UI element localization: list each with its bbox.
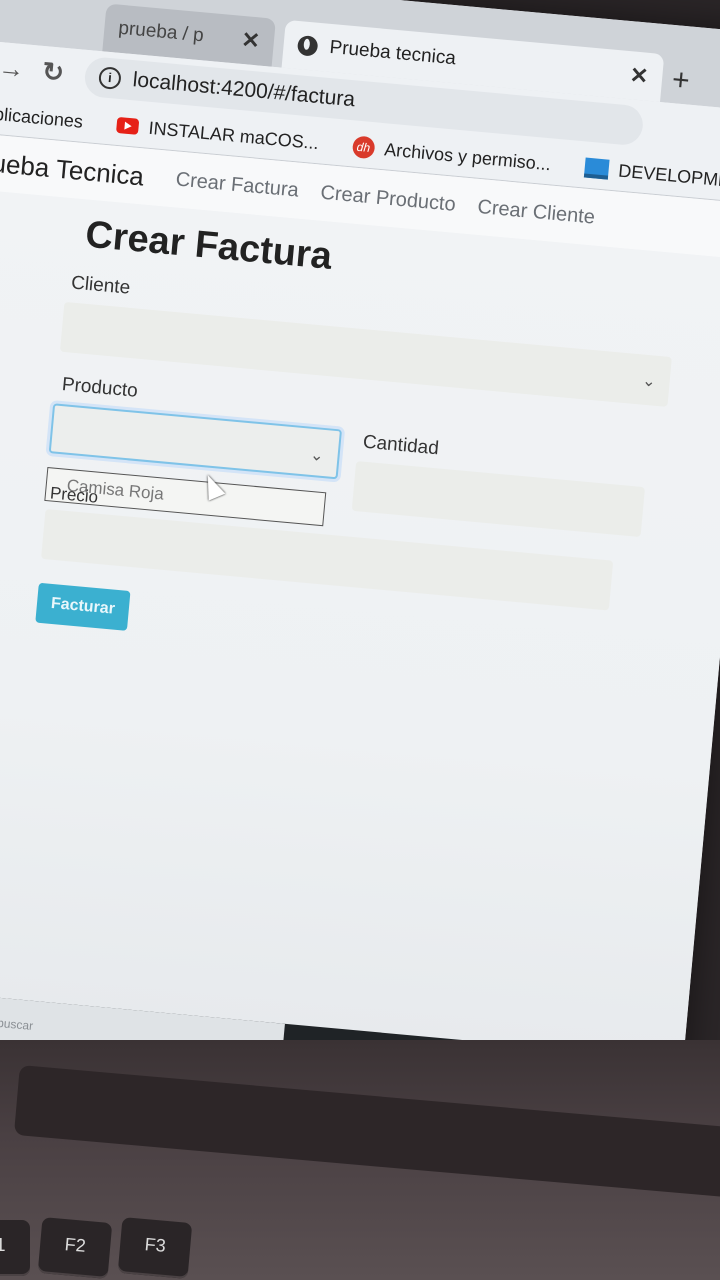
monitor-icon (583, 157, 610, 180)
cantidad-label: Cantidad (362, 431, 440, 460)
dh-icon: dh (351, 135, 376, 160)
bookmark-label: Aplicaciones (0, 102, 84, 132)
globe-icon (296, 34, 319, 57)
page-title: Crear Factura (83, 213, 334, 278)
nav-crear-producto[interactable]: Crear Producto (319, 181, 457, 216)
navbar-brand[interactable]: Prueba Tecnica (0, 145, 145, 192)
key-f1[interactable]: F1 (0, 1220, 30, 1276)
bookmark-label: INSTALAR maCOS... (147, 117, 320, 153)
url-text: localhost:4200/#/factura (131, 68, 356, 112)
bookmark-apps[interactable]: Aplicaciones (0, 102, 84, 132)
new-tab-icon[interactable]: + (671, 63, 691, 98)
chevron-down-icon: ⌄ (641, 372, 657, 391)
youtube-icon (116, 116, 140, 135)
tab-title: prueba / p (117, 17, 205, 47)
forward-icon[interactable]: → (0, 52, 26, 85)
chevron-down-icon: ⌄ (309, 446, 325, 465)
cliente-label: Cliente (70, 272, 132, 299)
key-f2[interactable]: F2 (37, 1217, 113, 1279)
search-placeholder: Escribe aquí para buscar (0, 1007, 34, 1033)
bookmark-label: DEVELOPMENT (617, 160, 720, 193)
laptop-screen: prueba / p ✕ Prueba tecnica ✕ + → ↻ i lo… (0, 0, 720, 1110)
reload-icon[interactable]: ↻ (41, 56, 65, 89)
close-tab-icon[interactable]: ✕ (629, 62, 650, 90)
nav-crear-cliente[interactable]: Crear Cliente (476, 195, 596, 229)
facturar-button[interactable]: Facturar (35, 582, 131, 631)
close-tab-icon[interactable]: ✕ (240, 27, 261, 55)
key-f3[interactable]: F3 (117, 1217, 193, 1279)
bookmark-development[interactable]: DEVELOPMENT (583, 157, 720, 193)
producto-select[interactable]: ⌄ (48, 403, 343, 480)
info-icon[interactable]: i (97, 66, 122, 91)
main-content: Crear Factura Cliente ⌄ Producto ⌄ Camis… (0, 186, 720, 1110)
keyboard-row: F1 F2 F3 (0, 1200, 720, 1280)
producto-label: Producto (60, 374, 139, 402)
cantidad-input[interactable] (351, 460, 646, 538)
photo-scene: prueba / p ✕ Prueba tecnica ✕ + → ↻ i lo… (0, 0, 720, 1280)
cliente-select[interactable]: ⌄ (59, 301, 672, 407)
precio-label: Precio (49, 483, 99, 507)
nav-crear-factura[interactable]: Crear Factura (175, 168, 300, 202)
bookmark-label: Archivos y permiso... (383, 138, 552, 174)
